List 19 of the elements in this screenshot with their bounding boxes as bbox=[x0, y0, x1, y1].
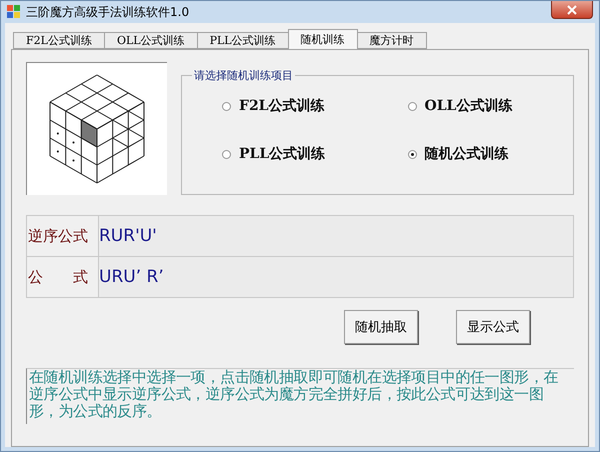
radio-option[interactable]: 随机公式训练 bbox=[378, 145, 563, 163]
close-icon bbox=[567, 4, 577, 14]
tab[interactable]: OLL公式训练 bbox=[104, 32, 198, 49]
radio-option[interactable]: PLL公式训练 bbox=[192, 145, 378, 163]
description-text: 在随机训练选择中选择一项，点击随机抽取即可随机在选择项目中的任一图形，在逆序公式中显示逆序公式，逆序公式为魔方完全拼好后，按此公式可达到这一图形，为公式的反序。 bbox=[26, 368, 574, 424]
action-button[interactable]: 随机抽取 bbox=[344, 310, 418, 344]
action-button[interactable]: 显示公式 bbox=[456, 310, 530, 344]
tab[interactable]: 随机训练 bbox=[288, 29, 358, 49]
close-button[interactable] bbox=[551, 1, 593, 19]
tab[interactable]: F2L公式训练 bbox=[13, 32, 105, 49]
tab[interactable]: 魔方计时 bbox=[356, 32, 427, 49]
group-title: 请选择随机训练项目 bbox=[193, 68, 294, 83]
window-title: 三阶魔方高级手法训练软件1.0 bbox=[26, 4, 190, 20]
tab[interactable]: PLL公式训练 bbox=[196, 32, 289, 49]
formula-value: RUR'U' bbox=[99, 216, 573, 256]
radio-option[interactable]: F2L公式训练 bbox=[192, 97, 378, 115]
formula-value: URU’ R’ bbox=[99, 257, 573, 297]
app-icon bbox=[7, 5, 21, 19]
radio-option[interactable]: OLL公式训练 bbox=[378, 97, 563, 115]
